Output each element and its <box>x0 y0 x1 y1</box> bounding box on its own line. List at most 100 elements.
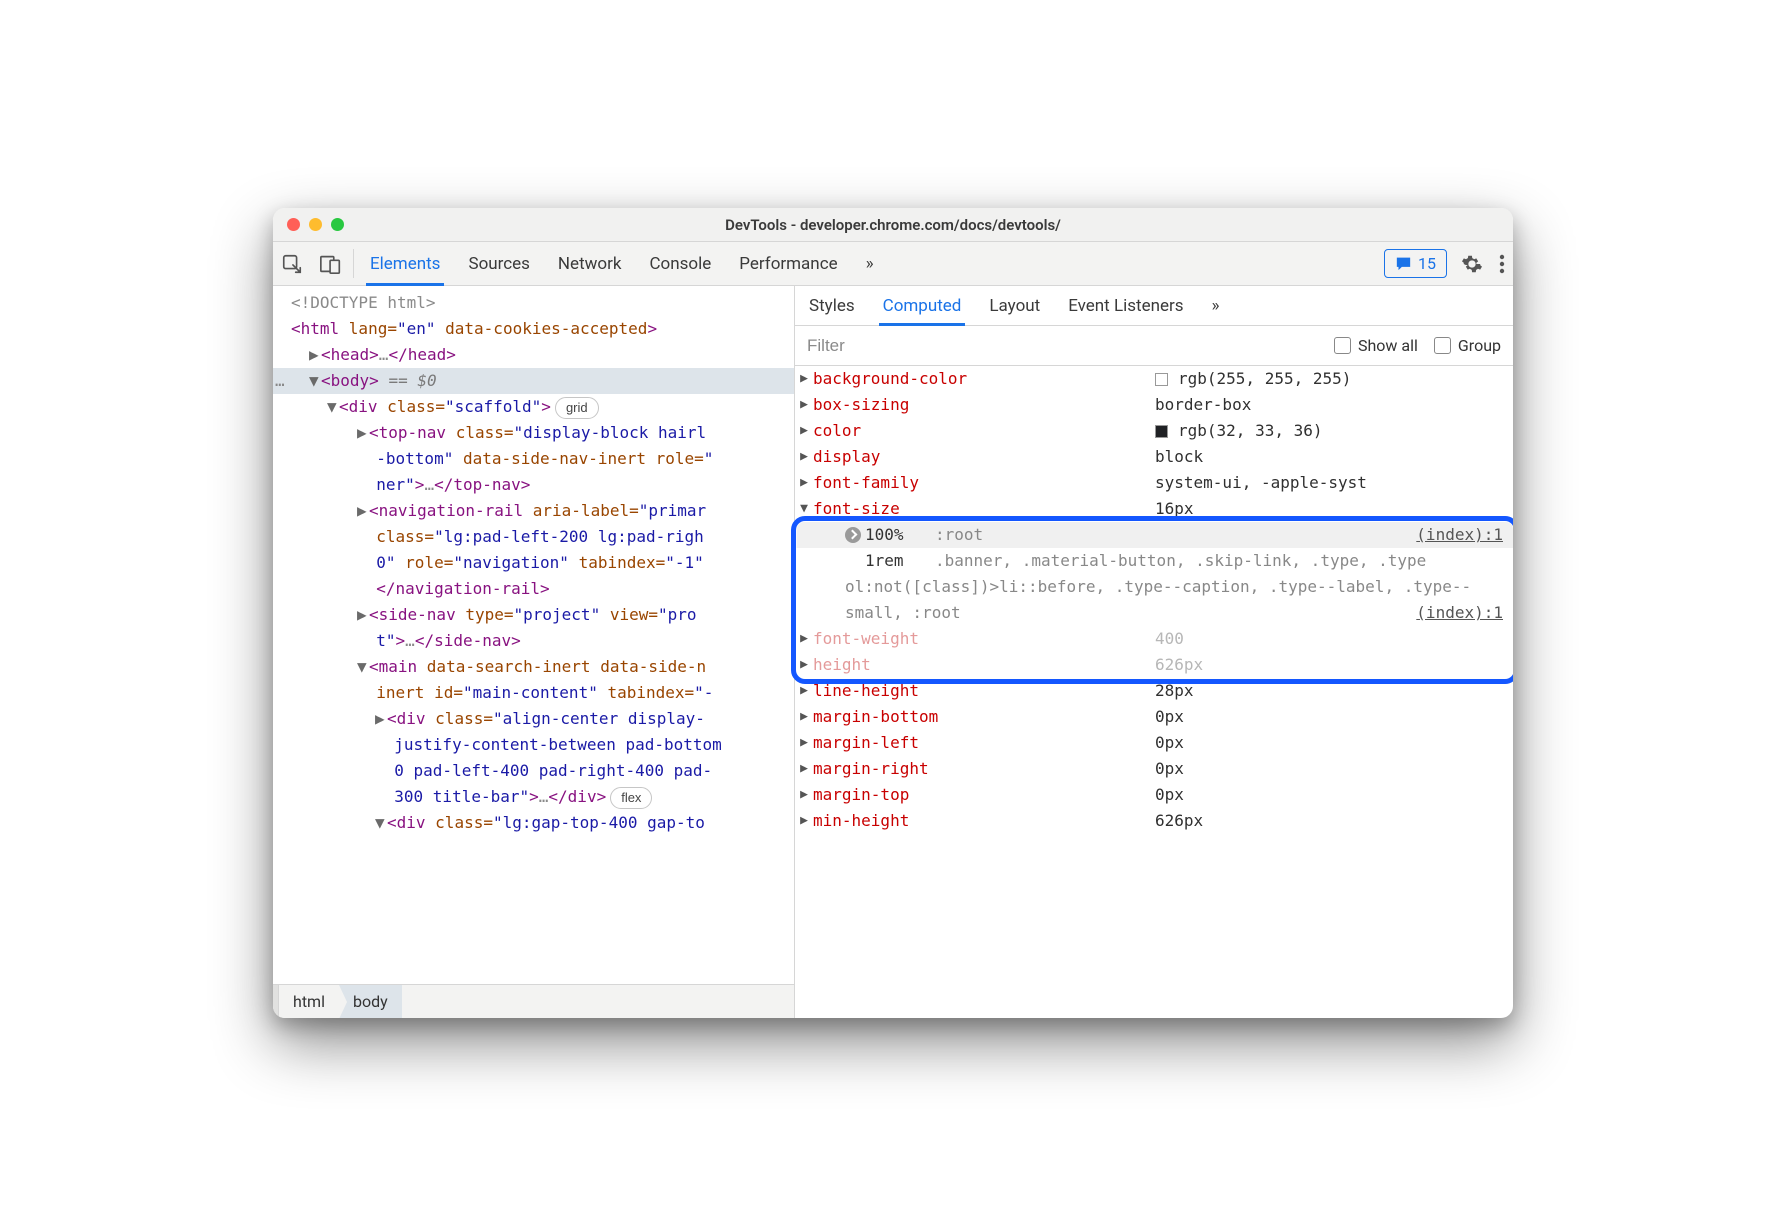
elements-panel: <!DOCTYPE html> <html lang="en" data-coo… <box>273 286 795 1018</box>
computed-property-row[interactable]: ▶font-weight400 <box>795 626 1513 652</box>
property-value: block <box>1155 444 1203 470</box>
property-name: color <box>813 418 861 444</box>
tab-sources[interactable]: Sources <box>454 242 543 285</box>
property-value: 0px <box>1155 782 1184 808</box>
tab-elements[interactable]: Elements <box>356 242 454 285</box>
color-swatch[interactable] <box>1155 425 1168 438</box>
dom-tree[interactable]: <!DOCTYPE html> <html lang="en" data-coo… <box>273 286 794 984</box>
expand-arrow-icon[interactable]: ▶ <box>795 626 813 652</box>
subtab-computed[interactable]: Computed <box>869 286 976 325</box>
expand-arrow-icon[interactable]: ▶ <box>795 444 813 470</box>
expand-arrow-icon[interactable]: ▶ <box>795 652 813 678</box>
computed-properties[interactable]: ▶background-colorrgb(255, 255, 255)▶box-… <box>795 366 1513 1018</box>
breadcrumb-body[interactable]: body <box>339 985 402 1018</box>
source-link[interactable]: (index):1 <box>1416 522 1503 548</box>
devtools-window: DevTools - developer.chrome.com/docs/dev… <box>273 208 1513 1018</box>
property-value: 0px <box>1155 756 1184 782</box>
property-name: margin-right <box>813 756 929 782</box>
computed-property-row[interactable]: ▶margin-top 0px <box>795 782 1513 808</box>
expand-arrow-icon[interactable]: ▶ <box>795 756 813 782</box>
computed-property-row[interactable]: ▶min-height 626px <box>795 808 1513 834</box>
computed-filter-row: Show all Group <box>795 326 1513 366</box>
computed-property-row[interactable]: ▶font-family system-ui, -apple-syst <box>795 470 1513 496</box>
device-toolbar-icon[interactable] <box>311 242 351 285</box>
property-name: box-sizing <box>813 392 909 418</box>
subtab-styles[interactable]: Styles <box>795 286 869 325</box>
expand-arrow-icon[interactable]: ▶ <box>795 808 813 834</box>
expand-arrow-icon[interactable]: ▶ <box>795 470 813 496</box>
property-name: margin-bottom <box>813 704 938 730</box>
tab-network[interactable]: Network <box>544 242 636 285</box>
property-value: 626px <box>1155 808 1203 834</box>
minimize-window-button[interactable] <box>309 218 322 231</box>
expand-arrow-icon[interactable]: ▶ <box>795 418 813 444</box>
computed-property-row[interactable]: ▶margin-left 0px <box>795 730 1513 756</box>
computed-property-row[interactable]: ▶box-sizingborder-box <box>795 392 1513 418</box>
computed-property-row[interactable]: ▶margin-bottom 0px <box>795 704 1513 730</box>
navigate-icon[interactable] <box>845 527 861 543</box>
show-all-checkbox[interactable]: Show all <box>1334 336 1418 355</box>
property-name: height <box>813 652 871 678</box>
zoom-window-button[interactable] <box>331 218 344 231</box>
computed-property-row[interactable]: ▶background-color rgb(255, 255, 255) <box>795 366 1513 392</box>
traffic-lights <box>287 218 344 231</box>
computed-property-row[interactable]: ▼font-size 16px <box>795 496 1513 522</box>
inspect-element-icon[interactable] <box>273 242 311 285</box>
property-value: 16px <box>1155 496 1194 522</box>
subtab-layout[interactable]: Layout <box>975 286 1054 325</box>
computed-trace-row[interactable]: 1rem.banner, .material-button, .skip-lin… <box>795 548 1513 626</box>
layout-chip-grid[interactable]: grid <box>555 397 599 419</box>
selected-dom-node: ▼<body> == $0 <box>273 368 794 394</box>
expand-arrow-icon[interactable]: ▶ <box>795 678 813 704</box>
property-name: margin-left <box>813 730 919 756</box>
subtab-event-listeners[interactable]: Event Listeners <box>1054 286 1197 325</box>
property-value: 626px <box>1155 652 1203 678</box>
computed-filter-input[interactable] <box>807 336 1318 356</box>
window-titlebar: DevTools - developer.chrome.com/docs/dev… <box>273 208 1513 242</box>
expand-arrow-icon[interactable]: ▼ <box>795 496 813 522</box>
close-window-button[interactable] <box>287 218 300 231</box>
computed-property-row[interactable]: ▶color rgb(32, 33, 36) <box>795 418 1513 444</box>
property-value: rgb(32, 33, 36) <box>1178 418 1323 444</box>
styles-panel: Styles Computed Layout Event Listeners »… <box>795 286 1513 1018</box>
expand-arrow-icon[interactable]: ▶ <box>795 392 813 418</box>
property-name: background-color <box>813 366 967 392</box>
computed-property-row[interactable]: ▶display block <box>795 444 1513 470</box>
property-value: 0px <box>1155 730 1184 756</box>
computed-property-row[interactable]: ▶height 626px <box>795 652 1513 678</box>
window-title: DevTools - developer.chrome.com/docs/dev… <box>273 216 1513 234</box>
property-name: font-size <box>813 496 900 522</box>
expand-arrow-icon[interactable]: ▶ <box>795 366 813 392</box>
expand-arrow-icon[interactable]: ▶ <box>795 782 813 808</box>
property-name: font-family <box>813 470 919 496</box>
main-tabs-overflow[interactable]: » <box>852 242 888 285</box>
issues-badge[interactable]: 15 <box>1384 249 1447 278</box>
property-name: line-height <box>813 678 919 704</box>
group-checkbox[interactable]: Group <box>1434 336 1501 355</box>
color-swatch[interactable] <box>1155 373 1168 386</box>
content-split: <!DOCTYPE html> <html lang="en" data-coo… <box>273 286 1513 1018</box>
property-name: margin-top <box>813 782 909 808</box>
computed-property-row[interactable]: ▶margin-right 0px <box>795 756 1513 782</box>
tab-performance[interactable]: Performance <box>725 242 851 285</box>
breadcrumbs: html body <box>273 984 794 1018</box>
expand-arrow-icon[interactable]: ▶ <box>795 704 813 730</box>
kebab-menu-icon[interactable] <box>1491 242 1513 285</box>
gear-icon[interactable] <box>1453 242 1491 285</box>
subtab-overflow[interactable]: » <box>1198 286 1234 325</box>
property-value: 0px <box>1155 704 1184 730</box>
property-value: rgb(255, 255, 255) <box>1178 366 1351 392</box>
computed-property-row[interactable]: ▶line-height28px <box>795 678 1513 704</box>
property-name: display <box>813 444 880 470</box>
computed-trace-row[interactable]: 100%:root(index):1 <box>795 522 1513 548</box>
source-link[interactable]: (index):1 <box>1416 600 1503 626</box>
layout-chip-flex[interactable]: flex <box>610 787 652 809</box>
tab-console[interactable]: Console <box>635 242 725 285</box>
property-value: system-ui, -apple-syst <box>1155 470 1367 496</box>
property-name: min-height <box>813 808 909 834</box>
property-name: font-weight <box>813 626 919 652</box>
expand-arrow-icon[interactable]: ▶ <box>795 730 813 756</box>
styles-subtabs: Styles Computed Layout Event Listeners » <box>795 286 1513 326</box>
breadcrumb-html[interactable]: html <box>279 985 339 1018</box>
main-tab-strip: Elements Sources Network Console Perform… <box>273 242 1513 286</box>
